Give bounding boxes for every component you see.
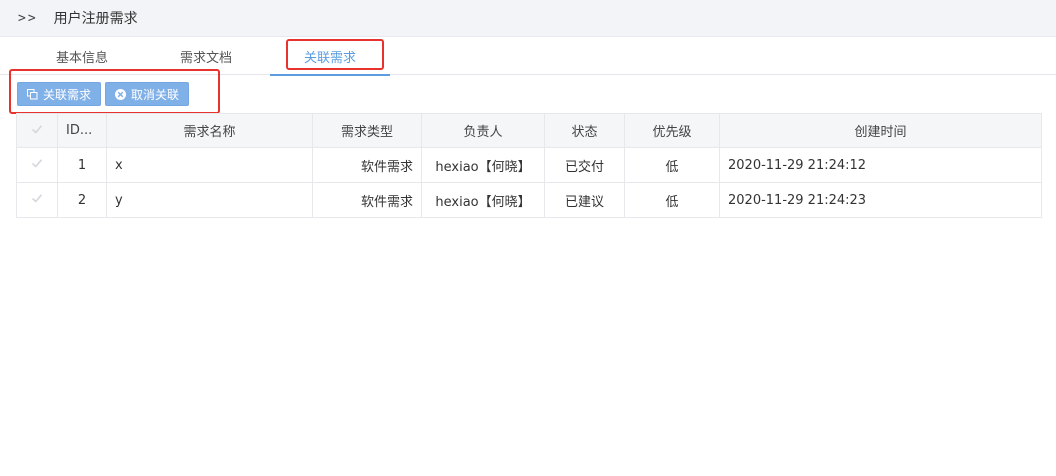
cell-type: 软件需求 bbox=[312, 182, 422, 218]
cell-type: 软件需求 bbox=[312, 147, 422, 183]
related-requirements-table: ID... 需求名称 需求类型 负责人 状态 优先级 创建时间 1 x 软件需求… bbox=[16, 113, 1042, 218]
tab-related-requirements[interactable]: 关联需求 bbox=[270, 37, 390, 76]
col-header-owner[interactable]: 负责人 bbox=[421, 113, 545, 148]
tab-requirement-docs[interactable]: 需求文档 bbox=[144, 37, 268, 75]
copy-icon bbox=[26, 88, 38, 100]
link-requirement-label: 关联需求 bbox=[43, 87, 92, 102]
col-header-name[interactable]: 需求名称 bbox=[106, 113, 313, 148]
row-checkbox[interactable] bbox=[16, 182, 58, 218]
check-icon bbox=[31, 159, 43, 168]
check-icon bbox=[31, 194, 43, 203]
unlink-label: 取消关联 bbox=[131, 87, 180, 102]
link-requirement-button[interactable]: 关联需求 bbox=[17, 82, 102, 106]
select-all-checkbox[interactable] bbox=[16, 113, 58, 148]
cell-created: 2020-11-29 21:24:23 bbox=[719, 182, 1042, 218]
cell-status: 已建议 bbox=[544, 182, 625, 218]
unlink-button[interactable]: 取消关联 bbox=[105, 82, 190, 106]
cell-priority: 低 bbox=[624, 182, 720, 218]
cell-id: 1 bbox=[57, 147, 107, 183]
page-title: 用户注册需求 bbox=[53, 11, 138, 27]
toolbar: 关联需求 取消关联 bbox=[17, 82, 190, 106]
col-header-id[interactable]: ID... bbox=[57, 113, 107, 148]
cell-name: x bbox=[106, 147, 313, 183]
cell-status: 已交付 bbox=[544, 147, 625, 183]
tab-basic-info[interactable]: 基本信息 bbox=[20, 37, 144, 75]
check-icon bbox=[31, 124, 43, 134]
tab-bar: 基本信息 需求文档 关联需求 bbox=[0, 37, 1056, 76]
cell-created: 2020-11-29 21:24:12 bbox=[719, 147, 1042, 183]
breadcrumb-marker[interactable]: >> bbox=[18, 11, 38, 26]
cell-name: y bbox=[106, 182, 313, 218]
col-header-status[interactable]: 状态 bbox=[544, 113, 625, 148]
table-row[interactable]: 2 y 软件需求 hexiao【何晓】 已建议 低 2020-11-29 21:… bbox=[16, 182, 1042, 218]
table-row[interactable]: 1 x 软件需求 hexiao【何晓】 已交付 低 2020-11-29 21:… bbox=[16, 147, 1042, 183]
col-header-priority[interactable]: 优先级 bbox=[624, 113, 720, 148]
row-checkbox[interactable] bbox=[16, 147, 58, 183]
table-header-row: ID... 需求名称 需求类型 负责人 状态 优先级 创建时间 bbox=[16, 113, 1042, 148]
cell-id: 2 bbox=[57, 182, 107, 218]
cell-owner: hexiao【何晓】 bbox=[421, 182, 545, 218]
col-header-created[interactable]: 创建时间 bbox=[719, 113, 1042, 148]
col-header-type[interactable]: 需求类型 bbox=[312, 113, 422, 148]
cell-owner: hexiao【何晓】 bbox=[421, 147, 545, 183]
close-circle-icon bbox=[114, 88, 126, 100]
page-header: >> 用户注册需求 bbox=[0, 0, 1056, 37]
cell-priority: 低 bbox=[624, 147, 720, 183]
